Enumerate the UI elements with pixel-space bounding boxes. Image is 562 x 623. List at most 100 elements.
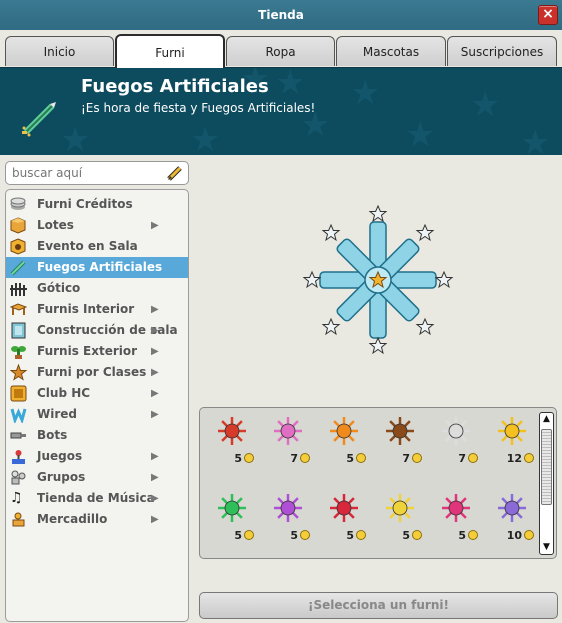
category-juegos[interactable]: Juegos ▶ <box>6 446 188 467</box>
catalog-item[interactable]: 7 <box>264 412 314 470</box>
category-construccion-de-sala[interactable]: Construcción de sala ▶ <box>6 320 188 341</box>
star-icon <box>10 364 27 381</box>
category-wired[interactable]: Wired ▶ <box>6 404 188 425</box>
item-price-value: 5 <box>346 529 354 542</box>
catalog-item[interactable]: 12 <box>488 412 538 470</box>
search-input[interactable] <box>6 162 156 184</box>
magenta-star-firework-icon <box>442 494 470 522</box>
catalog-item[interactable]: 10 <box>488 489 538 547</box>
category-lotes[interactable]: Lotes ▶ <box>6 215 188 236</box>
music-note-icon: ♫ <box>10 490 23 506</box>
banner-subtitle: ¡Es hora de fiesta y Fuegos Artificiales… <box>81 101 316 115</box>
catalog-item[interactable]: 5 <box>264 489 314 547</box>
item-price: 5 <box>234 452 254 465</box>
category-label: Bots <box>37 428 68 442</box>
coin-icon <box>300 453 310 463</box>
item-price-value: 5 <box>402 529 410 542</box>
tab-furni[interactable]: Furni <box>115 34 225 68</box>
coin-icon <box>244 453 254 463</box>
tab-ropa[interactable]: Ropa <box>226 36 335 66</box>
catalog-item[interactable]: 5 <box>320 489 370 547</box>
credits-icon <box>10 197 26 210</box>
event-box-icon <box>10 238 26 255</box>
item-price: 5 <box>234 529 254 542</box>
firework-crate-icon <box>386 417 414 445</box>
category-bots[interactable]: Bots <box>6 425 188 446</box>
tab-mascotas[interactable]: Mascotas <box>336 36 446 66</box>
window-titlebar: Tienda × <box>0 0 562 30</box>
hc-icon <box>10 385 27 402</box>
chevron-right-icon: ▶ <box>151 388 159 399</box>
pencil-icon[interactable] <box>166 164 184 182</box>
firework-rocket-icon <box>22 102 56 137</box>
chevron-right-icon: ▶ <box>151 472 159 483</box>
item-price: 7 <box>290 452 310 465</box>
red-firework-icon <box>218 417 246 445</box>
wall-icon <box>11 322 26 339</box>
catalog-item[interactable]: 7 <box>432 412 482 470</box>
coin-icon <box>468 453 478 463</box>
purple-firework-icon <box>274 494 302 522</box>
category-furni-por-clases[interactable]: Furni por Clases ▶ <box>6 362 188 383</box>
coin-icon <box>524 453 534 463</box>
item-price-value: 10 <box>506 529 522 542</box>
gold-burst-firework-icon <box>498 417 526 445</box>
red-burst-firework-icon <box>330 494 358 522</box>
category-label: Lotes <box>37 218 74 232</box>
category-evento-en-sala[interactable]: Evento en Sala <box>6 236 188 257</box>
scroll-down-icon[interactable]: ▼ <box>540 541 553 554</box>
item-price-value: 7 <box>290 452 298 465</box>
bot-icon <box>10 432 26 439</box>
item-price: 5 <box>346 529 366 542</box>
category-label: Juegos <box>37 449 83 463</box>
scrollbar[interactable]: ▲ ▼ <box>539 412 554 555</box>
rocket-icon <box>10 260 26 276</box>
item-price-value: 5 <box>234 452 242 465</box>
category-gotico[interactable]: Gótico <box>6 278 188 299</box>
category-label: Furni Créditos <box>37 197 133 211</box>
coin-icon <box>244 530 254 540</box>
category-furnis-exterior[interactable]: Furnis Exterior ▶ <box>6 341 188 362</box>
category-tienda-de-musica[interactable]: ♫ Tienda de Música ▶ <box>6 488 188 509</box>
coin-icon <box>412 453 422 463</box>
category-label: Tienda de Música <box>37 491 155 505</box>
yellow-firework-icon <box>386 494 414 522</box>
catalog-item[interactable]: 5 <box>376 489 426 547</box>
wired-icon <box>10 408 27 423</box>
close-icon[interactable]: × <box>538 5 558 25</box>
item-price-value: 7 <box>458 452 466 465</box>
tab-suscripciones[interactable]: Suscripciones <box>447 36 557 66</box>
category-grupos[interactable]: Grupos ▶ <box>6 467 188 488</box>
item-price: 12 <box>507 452 534 465</box>
coin-icon <box>468 530 478 540</box>
search-box <box>5 161 189 185</box>
item-price: 7 <box>402 452 422 465</box>
tab-bar: Inicio Furni Ropa Mascotas Suscripciones <box>0 30 562 68</box>
scroll-thumb[interactable] <box>541 429 552 505</box>
category-label: Furnis Exterior <box>37 344 138 358</box>
catalog-item[interactable]: 7 <box>376 412 426 470</box>
category-mercadillo[interactable]: Mercadillo ▶ <box>6 509 188 530</box>
gothic-fence-icon <box>10 283 27 296</box>
coin-icon <box>412 530 422 540</box>
item-price-value: 5 <box>346 452 354 465</box>
catalog-item[interactable]: 5 <box>432 489 482 547</box>
category-fuegos-artificiales[interactable]: Fuegos Artificiales <box>6 257 188 278</box>
item-price: 7 <box>458 452 478 465</box>
category-list: Furni Créditos Lotes ▶ Evento en Sala Fu… <box>5 189 189 622</box>
category-label: Gótico <box>37 281 81 295</box>
catalog-item[interactable]: 5 <box>208 412 258 470</box>
coin-icon <box>300 530 310 540</box>
green-firework-icon <box>218 494 246 522</box>
catalog-item[interactable]: 5 <box>320 412 370 470</box>
item-price: 5 <box>290 529 310 542</box>
tab-inicio[interactable]: Inicio <box>5 36 114 66</box>
scroll-up-icon[interactable]: ▲ <box>540 413 553 426</box>
category-furnis-interior[interactable]: Furnis Interior ▶ <box>6 299 188 320</box>
category-club-hc[interactable]: Club HC ▶ <box>6 383 188 404</box>
catalog-item[interactable]: 5 <box>208 489 258 547</box>
flame-firework-icon <box>330 417 358 445</box>
select-furni-button[interactable]: ¡Selecciona un furni! <box>199 592 558 619</box>
category-furni-creditos[interactable]: Furni Créditos <box>6 194 188 215</box>
box-icon <box>10 217 26 234</box>
